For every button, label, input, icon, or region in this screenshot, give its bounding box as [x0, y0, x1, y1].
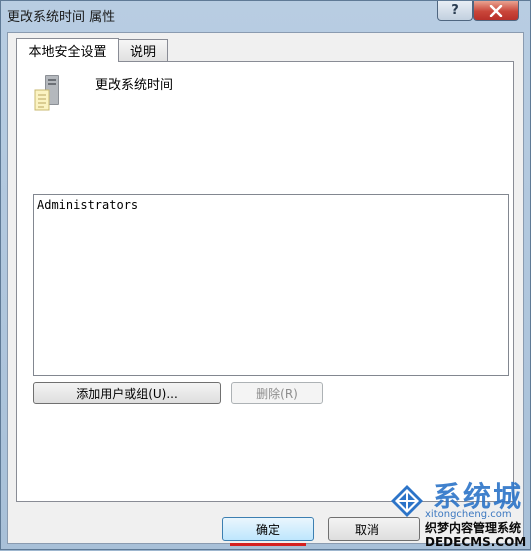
ok-highlight-underline — [230, 543, 306, 546]
users-groups-listbox[interactable]: Administrators — [33, 194, 509, 376]
cancel-button[interactable]: 取消 — [328, 517, 420, 541]
tab-panel: 更改系统时间 Administrators 添加用户或组(U)... 删除(R) — [16, 61, 514, 502]
help-button[interactable]: ? — [437, 1, 473, 21]
title-bar[interactable]: 更改系统时间 属性 ? — [1, 1, 530, 31]
policy-name: 更改系统时间 — [95, 78, 174, 93]
tab-local-security-setting[interactable]: 本地安全设置 — [16, 38, 119, 62]
window-title: 更改系统时间 属性 — [7, 10, 116, 25]
tab-label: 本地安全设置 — [28, 45, 107, 60]
tab-label: 说明 — [129, 45, 156, 60]
tab-explain[interactable]: 说明 — [118, 39, 168, 61]
dialog-client-area: 本地安全设置 说明 更改系统时间 Administrators 添加用户或组(U… — [7, 32, 524, 546]
add-user-or-group-button[interactable]: 添加用户或组(U)... — [33, 382, 221, 404]
policy-computer-icon — [34, 75, 59, 111]
ok-button[interactable]: 确定 — [222, 517, 314, 541]
remove-button[interactable]: 删除(R) — [231, 382, 323, 404]
properties-dialog: 更改系统时间 属性 ? 本地安全设置 说明 更改系统时间 Administrat… — [0, 0, 531, 550]
help-icon: ? — [451, 3, 459, 18]
close-icon — [489, 4, 503, 17]
close-button[interactable] — [473, 1, 519, 21]
list-item[interactable]: Administrators — [37, 198, 138, 212]
